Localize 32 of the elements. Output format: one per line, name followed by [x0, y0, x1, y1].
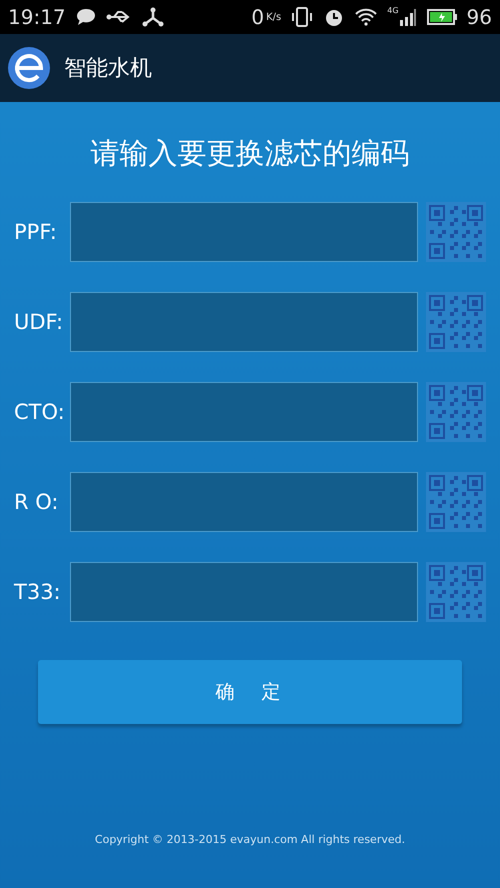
speed-unit: K/s — [266, 12, 282, 22]
clock-time: 19:17 — [8, 5, 66, 29]
code-input-field[interactable] — [70, 292, 418, 352]
qr-code-icon[interactable] — [426, 382, 486, 442]
app-title: 智能水机 — [64, 55, 152, 83]
qr-code-icon[interactable] — [426, 472, 486, 532]
share-icon — [142, 7, 164, 27]
copyright-text: Copyright © 2013-2015 evayun.com All rights reserved. — [94, 833, 406, 846]
qr-code-icon[interactable] — [426, 202, 486, 262]
signal-icon — [398, 8, 417, 26]
code-input-field[interactable] — [70, 472, 418, 532]
page-heading: 请输入要更换滤芯的编码 — [90, 135, 410, 172]
code-input-field[interactable] — [70, 562, 418, 622]
battery-icon — [426, 9, 457, 25]
field-label: UDF: — [14, 310, 64, 334]
usb-icon — [106, 9, 132, 25]
qr-code-icon[interactable] — [426, 562, 486, 622]
field-label: PPF: — [14, 220, 58, 244]
field-label: CTO: — [14, 400, 66, 424]
code-input-field[interactable] — [70, 202, 418, 262]
field-label: T33: — [14, 580, 62, 604]
battery-level: 96 — [466, 5, 492, 29]
code-input-field[interactable] — [70, 382, 418, 442]
app-logo-icon — [8, 47, 50, 89]
network-type: 4G — [387, 6, 399, 15]
network-speed: 0 — [251, 5, 264, 29]
qr-code-icon[interactable] — [426, 292, 486, 352]
field-label: R O: — [14, 490, 60, 514]
confirm-button[interactable]: 确 定 — [38, 660, 462, 724]
wifi-icon — [355, 8, 378, 26]
vibrate-icon — [291, 6, 314, 28]
chat-icon — [76, 8, 96, 26]
